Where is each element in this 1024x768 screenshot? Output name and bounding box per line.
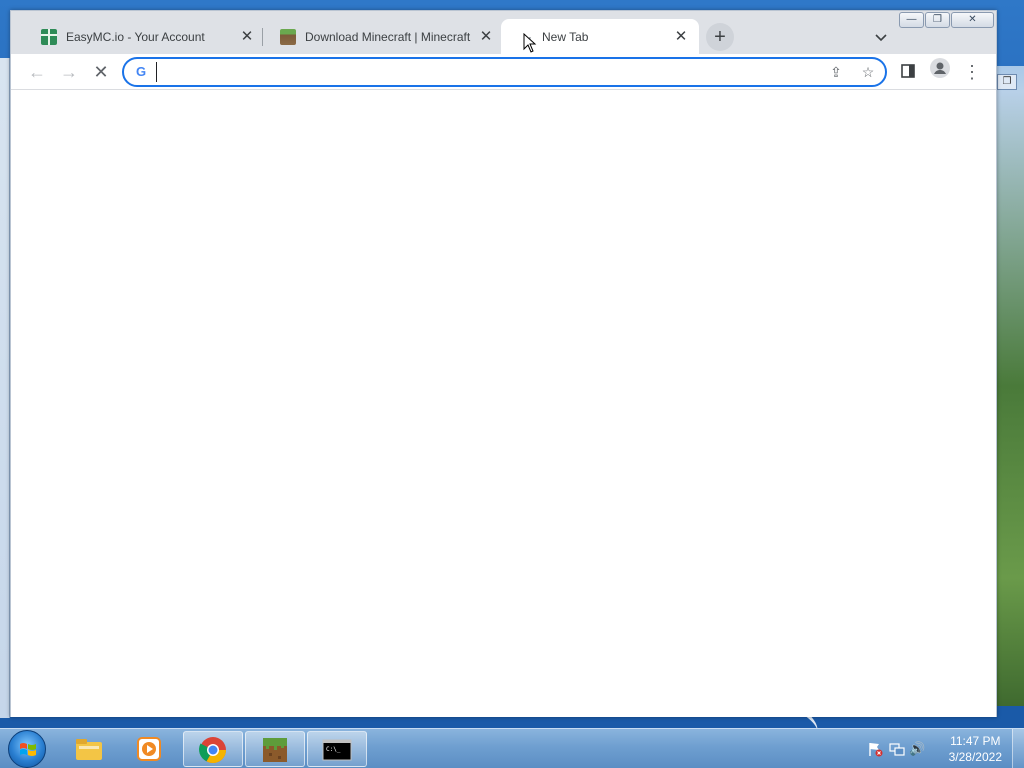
minecraft-grass-icon (280, 28, 296, 45)
gift-icon (41, 28, 57, 45)
close-icon[interactable]: ✕ (673, 28, 689, 45)
windows-logo-icon (20, 743, 36, 756)
media-player-icon (137, 737, 161, 761)
forward-button[interactable]: → (55, 58, 83, 86)
browser-toolbar: ← → ✕ G ⇪ ☆ ⋮ (11, 54, 996, 90)
taskbar-media-player-button[interactable] (120, 731, 180, 767)
chrome-icon (199, 737, 227, 764)
address-bar[interactable]: G ⇪ ☆ (122, 57, 887, 87)
taskbar-explorer-button[interactable] (60, 731, 120, 767)
share-icon[interactable]: ⇪ (825, 62, 847, 82)
taskbar-minecraft-button[interactable] (245, 731, 305, 767)
clock-date: 3/28/2022 (948, 750, 1002, 764)
chrome-window: EasyMC.io - Your Account ✕ Download Mine… (10, 10, 997, 717)
clock-time: 11:47 PM (950, 734, 1001, 748)
avatar-icon (930, 58, 950, 78)
cmd-prompt-label: C:\_ (326, 746, 341, 753)
new-tab-button[interactable]: + (706, 23, 734, 51)
tab-easymc[interactable]: EasyMC.io - Your Account ✕ (25, 19, 265, 54)
tab-separator (262, 28, 263, 46)
tab-title: EasyMC.io - Your Account (66, 29, 205, 44)
show-desktop-button[interactable] (1012, 729, 1024, 768)
taskbar: C:\_ 🔊 11:47 PM 3/28/2022 (0, 728, 1024, 768)
volume-icon[interactable]: 🔊 (909, 741, 925, 757)
menu-button[interactable]: ⋮ (958, 58, 986, 86)
minecraft-grass-block-icon (263, 738, 287, 762)
stop-loading-button[interactable]: ✕ (87, 58, 115, 86)
taskbar-cmd-button[interactable]: C:\_ (307, 731, 367, 767)
background-window-minecraft[interactable]: ❐ (996, 66, 1024, 706)
system-tray: 🔊 11:47 PM 3/28/2022 (859, 729, 1024, 768)
network-icon[interactable] (889, 741, 905, 757)
page-content (11, 91, 996, 717)
close-window-button[interactable]: ✕ (951, 12, 994, 28)
restore-button[interactable]: ❐ (925, 12, 950, 28)
command-prompt-icon: C:\_ (322, 739, 352, 761)
back-button[interactable]: ← (23, 58, 51, 86)
close-icon[interactable]: ✕ (478, 28, 494, 45)
google-icon: G (135, 64, 147, 79)
tab-title: Download Minecraft | Minecraft (305, 29, 471, 44)
folder-icon (76, 739, 102, 760)
system-clock[interactable]: 11:47 PM 3/28/2022 (949, 733, 1002, 765)
side-panel-button[interactable] (894, 58, 922, 86)
start-button[interactable] (8, 730, 46, 768)
tab-search-button[interactable] (869, 25, 893, 49)
window-controls: — ❐ ✕ (898, 12, 994, 30)
background-window-restore-icon[interactable]: ❐ (997, 74, 1017, 90)
tab-title: New Tab (542, 29, 589, 44)
side-panel-icon (901, 64, 915, 78)
action-center-flag-icon[interactable] (867, 741, 883, 757)
background-window-edge (0, 58, 10, 718)
tab-download-minecraft[interactable]: Download Minecraft | Minecraft ✕ (264, 19, 504, 54)
profile-button[interactable] (926, 58, 954, 86)
tab-strip: EasyMC.io - Your Account ✕ Download Mine… (11, 11, 996, 54)
bookmark-star-icon[interactable]: ☆ (857, 62, 879, 82)
mouse-cursor-icon (523, 32, 537, 53)
url-input[interactable] (156, 62, 806, 82)
minimize-button[interactable]: — (899, 12, 924, 28)
chevron-down-icon (875, 34, 887, 42)
close-icon[interactable]: ✕ (239, 28, 255, 45)
taskbar-chrome-button[interactable] (183, 731, 243, 767)
